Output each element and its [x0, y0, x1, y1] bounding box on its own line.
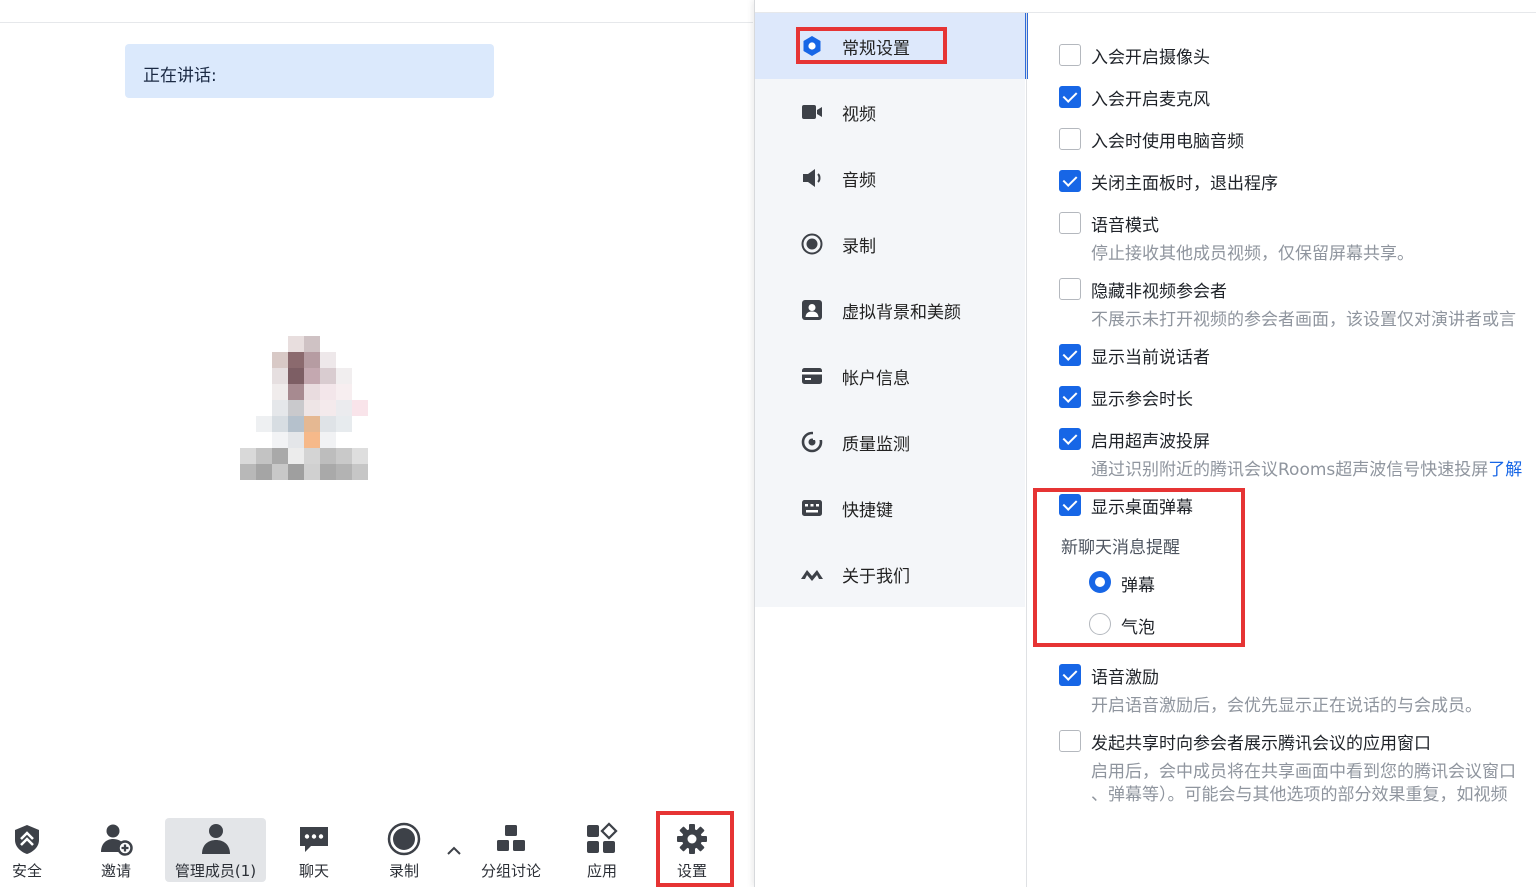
- invite-button[interactable]: 邀请: [73, 818, 159, 882]
- checkbox[interactable]: [1059, 212, 1081, 234]
- nav-item-account[interactable]: 帐户信息: [755, 343, 1025, 409]
- gear-icon: [677, 824, 707, 854]
- general-settings-icon: [803, 36, 821, 56]
- radio-danmaku[interactable]: 弹幕: [1089, 571, 1209, 596]
- nav-item-record[interactable]: 录制: [755, 211, 1025, 277]
- chat-notify-title: 新聊天消息提醒: [1061, 538, 1180, 558]
- security-button[interactable]: 安全: [0, 818, 70, 882]
- settings-button[interactable]: 设置: [649, 818, 735, 882]
- meeting-top-bar: [0, 0, 753, 23]
- nav-item-general[interactable]: 常规设置: [755, 13, 1028, 79]
- radio-button[interactable]: [1089, 613, 1111, 635]
- option-desc: 通过识别附近的腾讯会议Rooms超声波信号快速投屏了解: [1091, 460, 1523, 480]
- chevron-up-icon[interactable]: [446, 844, 462, 858]
- record-icon: [801, 233, 823, 255]
- checkbox[interactable]: [1059, 730, 1081, 752]
- checkbox[interactable]: [1059, 128, 1081, 150]
- checkbox[interactable]: [1059, 44, 1081, 66]
- nav-item-about[interactable]: 关于我们: [755, 541, 1025, 607]
- checkbox[interactable]: [1059, 86, 1081, 108]
- apps-button[interactable]: 应用: [559, 818, 645, 882]
- monitor-icon: [801, 431, 823, 453]
- checkbox[interactable]: [1059, 494, 1081, 516]
- speaking-indicator: 正在讲话:: [125, 44, 494, 98]
- card-icon: [802, 368, 822, 384]
- nav-item-audio[interactable]: 音频: [755, 145, 1025, 211]
- settings-panel-header: [755, 0, 1536, 13]
- participant-avatar: [240, 336, 368, 480]
- radio-button[interactable]: [1089, 571, 1111, 593]
- members-icon: [201, 824, 230, 854]
- video-camera-icon: [802, 105, 822, 119]
- checkbox[interactable]: [1059, 344, 1081, 366]
- speaking-label: 正在讲话:: [143, 66, 217, 86]
- breakout-icon: [497, 825, 525, 851]
- keyboard-icon: [802, 500, 822, 516]
- shield-icon: [15, 825, 39, 854]
- record-button[interactable]: 录制: [361, 818, 447, 882]
- nav-item-quality[interactable]: 质量监测: [755, 409, 1025, 475]
- checkbox[interactable]: [1059, 170, 1081, 192]
- nav-item-virtual-background[interactable]: 虚拟背景和美颜: [755, 277, 1025, 343]
- settings-nav: 常规设置 视频 音频 录制 虚拟背景和美颜 帐户信息 质量监测 快捷键 关于我们: [755, 13, 1028, 607]
- learn-more-link[interactable]: 了解: [1488, 460, 1522, 480]
- settings-panel: 常规设置 视频 音频 录制 虚拟背景和美颜 帐户信息 质量监测 快捷键 关于我们…: [754, 0, 1536, 887]
- checkbox[interactable]: [1059, 428, 1081, 450]
- speaker-icon: [803, 169, 821, 187]
- checkbox[interactable]: [1059, 386, 1081, 408]
- portrait-icon: [802, 300, 822, 320]
- add-person-icon: [101, 824, 133, 856]
- breakout-button[interactable]: 分组讨论: [468, 818, 554, 882]
- radio-bubble[interactable]: 气泡: [1089, 613, 1209, 638]
- nav-item-video[interactable]: 视频: [755, 79, 1025, 145]
- checkbox[interactable]: [1059, 278, 1081, 300]
- nav-item-shortcuts[interactable]: 快捷键: [755, 475, 1025, 541]
- checkbox[interactable]: [1059, 664, 1081, 686]
- apps-icon: [587, 822, 618, 853]
- manage-members-button[interactable]: 管理成员(1): [165, 818, 266, 882]
- chat-button[interactable]: 聊天: [271, 818, 357, 882]
- logo-icon: [801, 570, 823, 581]
- nav-divider: [1026, 13, 1027, 887]
- chat-icon: [300, 827, 328, 852]
- record-icon: [387, 822, 421, 856]
